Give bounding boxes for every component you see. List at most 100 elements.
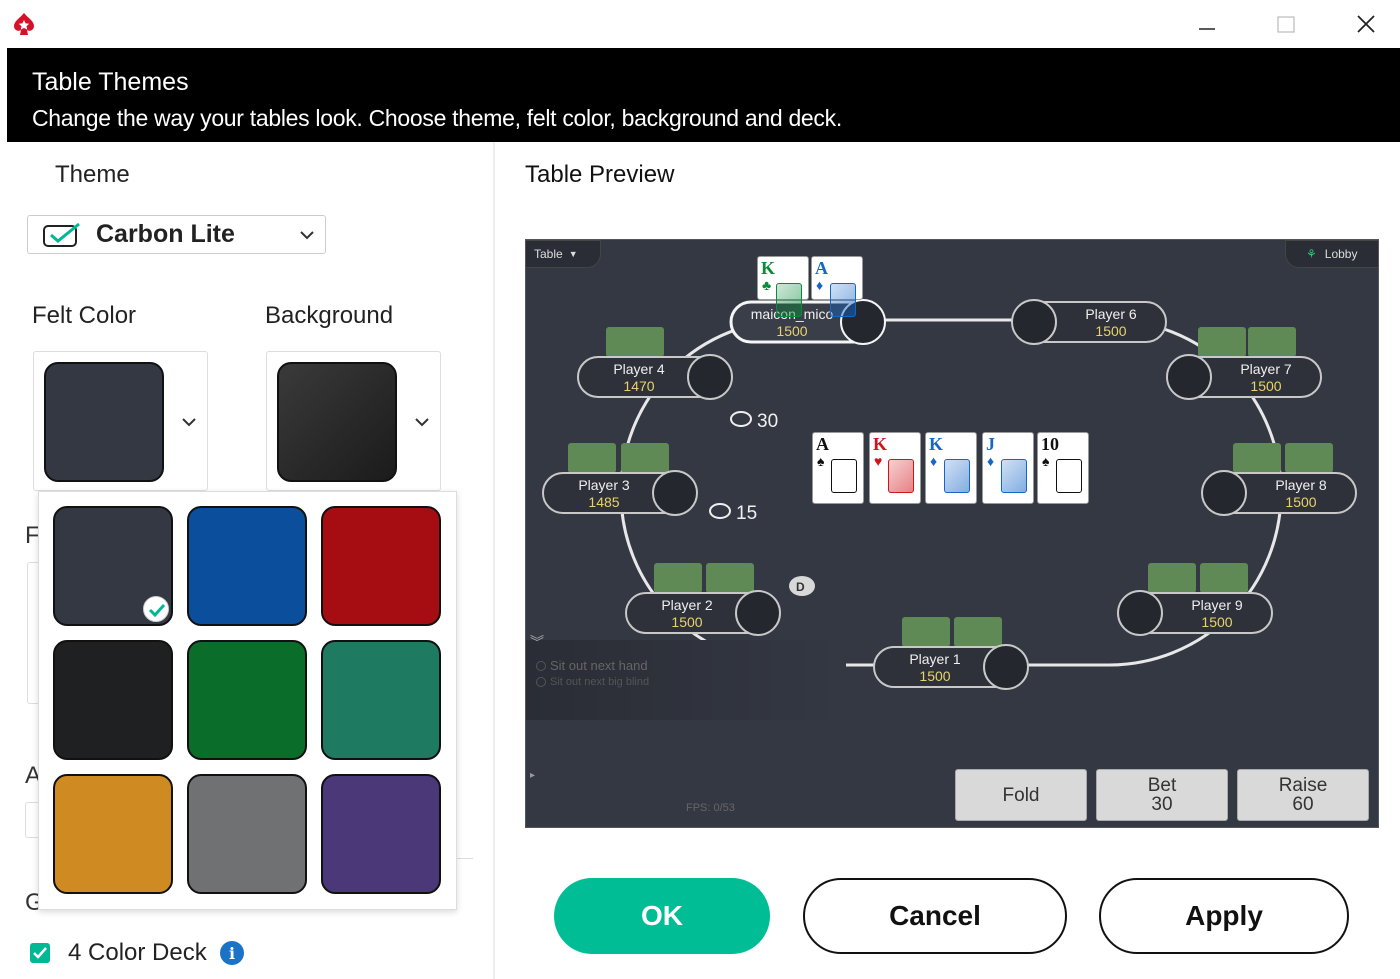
bet-button[interactable]: Bet 30 bbox=[1096, 769, 1228, 821]
apply-button[interactable]: Apply bbox=[1099, 878, 1349, 954]
cancel-button[interactable]: Cancel bbox=[803, 878, 1067, 954]
playing-card: J ♦ bbox=[982, 432, 1034, 504]
card-suit-icon: ♣ bbox=[762, 277, 772, 293]
card-back bbox=[706, 563, 754, 593]
felt-color-option[interactable] bbox=[187, 640, 307, 760]
playing-card: K ♣ bbox=[757, 256, 809, 317]
chevron-down-icon bbox=[182, 418, 196, 427]
player-name: Player 8 bbox=[1275, 477, 1327, 493]
background-label: Background bbox=[265, 302, 394, 329]
close-button[interactable] bbox=[1346, 8, 1386, 40]
sit-out-next-hand-option[interactable]: Sit out next hand bbox=[536, 658, 648, 673]
card-rank: K bbox=[761, 258, 776, 278]
card-rank: A bbox=[816, 434, 829, 454]
card-rank: A bbox=[815, 258, 828, 278]
player-avatar bbox=[1117, 590, 1163, 636]
felt-color-select[interactable] bbox=[33, 351, 208, 491]
info-icon[interactable]: i bbox=[220, 941, 244, 965]
playing-card: K ♦ bbox=[925, 432, 977, 504]
background-swatch bbox=[277, 362, 397, 482]
player-name: Player 2 bbox=[661, 597, 713, 613]
card-suit-icon: ♥ bbox=[874, 453, 883, 469]
felt-color-option[interactable] bbox=[321, 506, 441, 626]
player-name: Player 3 bbox=[578, 477, 630, 493]
table-preview: Table ▼ ⚘ Lobby 30 15 D maicon_mico1500P… bbox=[525, 239, 1379, 828]
theme-select-value: Carbon Lite bbox=[96, 220, 235, 248]
felt-color-dropdown bbox=[38, 491, 457, 910]
close-icon bbox=[1357, 15, 1375, 33]
card-suit-icon: ♠ bbox=[1042, 453, 1050, 469]
background-select[interactable] bbox=[266, 351, 441, 491]
felt-color-option[interactable] bbox=[187, 506, 307, 626]
card-back bbox=[1198, 327, 1246, 357]
player-stack: 1500 bbox=[1095, 323, 1126, 339]
felt-color-option[interactable] bbox=[187, 774, 307, 894]
playing-card: K ♥ bbox=[869, 432, 921, 504]
four-color-deck-checkbox[interactable] bbox=[30, 943, 50, 963]
player-name: Player 6 bbox=[1085, 306, 1137, 322]
obscured-input-box bbox=[25, 802, 39, 838]
maximize-button[interactable] bbox=[1266, 8, 1306, 40]
collapse-icon[interactable]: ︾ bbox=[530, 632, 544, 652]
radio-icon bbox=[536, 677, 546, 687]
four-color-deck-label: 4 Color Deck bbox=[68, 939, 207, 966]
bet-label: Bet bbox=[1147, 775, 1177, 796]
player-avatar bbox=[1201, 470, 1247, 516]
card-back bbox=[568, 443, 616, 473]
selected-check-icon bbox=[143, 596, 169, 622]
player-name: Player 1 bbox=[909, 651, 961, 667]
pot-side-amount: 15 bbox=[736, 503, 757, 524]
raise-button[interactable]: Raise 60 bbox=[1237, 769, 1369, 821]
card-suit-icon: ♠ bbox=[817, 453, 825, 469]
checkmark-icon bbox=[33, 947, 47, 959]
card-face-art bbox=[1001, 459, 1027, 493]
card-back bbox=[621, 443, 669, 473]
card-suit-icon: ♦ bbox=[816, 277, 824, 293]
player-stack: 1470 bbox=[623, 378, 654, 394]
maximize-icon bbox=[1277, 16, 1295, 33]
dialog-header: Table Themes Change the way your tables … bbox=[7, 48, 1400, 142]
ok-label: OK bbox=[641, 900, 683, 931]
card-face-art bbox=[831, 459, 857, 493]
felt-color-option[interactable] bbox=[321, 640, 441, 760]
theme-check-icon bbox=[43, 222, 80, 247]
dealer-button-label: D bbox=[796, 580, 805, 594]
player-avatar bbox=[652, 470, 698, 516]
minimize-button[interactable] bbox=[1187, 8, 1227, 40]
player-stack: 1500 bbox=[1201, 614, 1232, 630]
card-face-art bbox=[776, 283, 802, 317]
felt-color-option[interactable] bbox=[53, 640, 173, 760]
card-rank: K bbox=[929, 434, 944, 454]
player-seat: Player 61500 bbox=[1011, 299, 1167, 345]
radio-icon bbox=[536, 660, 546, 671]
fold-button[interactable]: Fold bbox=[955, 769, 1087, 821]
player-avatar bbox=[687, 354, 733, 400]
sit-out-big-blind-option[interactable]: Sit out next big blind bbox=[536, 676, 649, 688]
ok-button[interactable]: OK bbox=[554, 878, 770, 954]
player-stack: 1485 bbox=[588, 494, 619, 510]
felt-color-option[interactable] bbox=[53, 774, 173, 894]
player-name: Player 7 bbox=[1240, 361, 1292, 377]
card-back bbox=[954, 617, 1002, 647]
chevron-down-icon bbox=[415, 418, 429, 427]
card-back bbox=[1233, 443, 1281, 473]
player-avatar bbox=[983, 644, 1029, 690]
minimize-icon bbox=[1199, 28, 1215, 30]
card-rank: 10 bbox=[1041, 434, 1059, 454]
expand-arrow-icon: ▸ bbox=[530, 770, 536, 781]
card-back bbox=[616, 327, 664, 357]
player-seat: maicon_mico1500 bbox=[729, 299, 886, 345]
table-preview-title: Table Preview bbox=[525, 161, 675, 188]
panel-divider bbox=[493, 142, 495, 979]
fps-counter: FPS: 0/53 bbox=[686, 802, 735, 814]
player-stack: 1500 bbox=[776, 323, 807, 339]
bet-value: 30 bbox=[1151, 794, 1173, 815]
title-bar bbox=[0, 0, 1400, 48]
felt-color-option[interactable] bbox=[321, 774, 441, 894]
felt-color-option[interactable] bbox=[53, 506, 173, 626]
player-stack: 1500 bbox=[1285, 494, 1316, 510]
dialog-title: Table Themes bbox=[32, 68, 189, 96]
theme-select[interactable]: Carbon Lite bbox=[27, 215, 326, 254]
player-stack: 1500 bbox=[919, 668, 950, 684]
player-name: Player 4 bbox=[613, 361, 665, 377]
